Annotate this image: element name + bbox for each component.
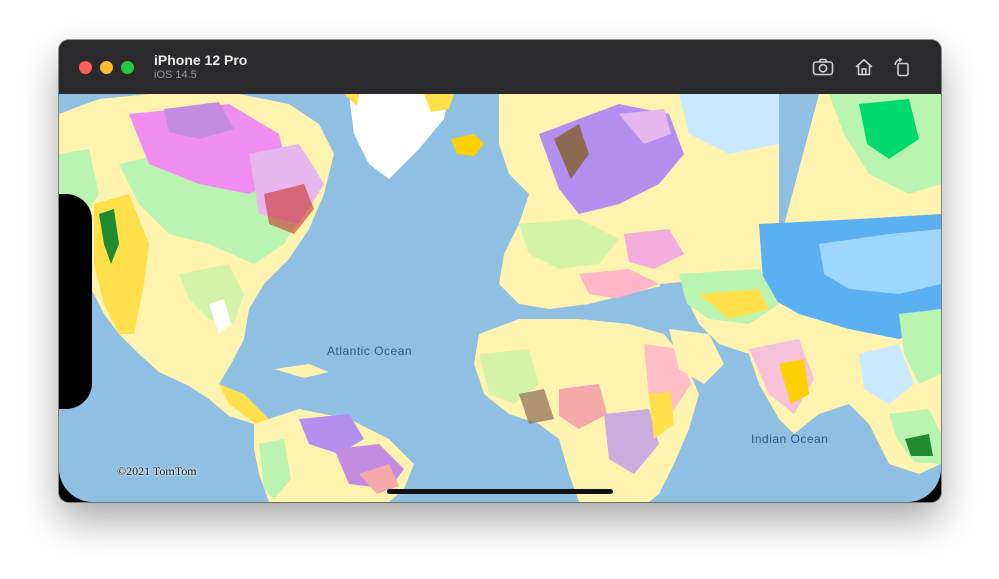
- rotate-icon: [894, 57, 909, 77]
- close-button[interactable]: [79, 61, 92, 74]
- rotate-button[interactable]: [890, 56, 914, 78]
- minimize-button[interactable]: [100, 61, 113, 74]
- zoom-button[interactable]: [121, 61, 134, 74]
- map-copyright: ©2021 TomTom: [117, 464, 197, 478]
- camera-icon: [812, 58, 834, 76]
- home-indicator[interactable]: [387, 489, 613, 494]
- home-icon: [855, 58, 873, 76]
- title-bar: iPhone 12 Pro iOS 14.5: [59, 40, 941, 94]
- device-frame: Atlantic Ocean Indian Ocean ©2021 TomTom: [59, 94, 941, 502]
- simulator-window: iPhone 12 Pro iOS 14.5 Atlantic Ocean In…: [59, 40, 941, 502]
- home-button[interactable]: [852, 56, 876, 78]
- screenshot-button[interactable]: [811, 56, 835, 78]
- map-view[interactable]: Atlantic Ocean Indian Ocean ©2021 TomTom: [59, 94, 941, 502]
- device-notch: [59, 194, 92, 409]
- os-version: iOS 14.5: [154, 69, 197, 81]
- device-name: iPhone 12 Pro: [154, 52, 248, 68]
- indian-ocean-label: Indian Ocean: [751, 432, 829, 446]
- window-title: iPhone 12 Pro iOS 14.5: [154, 52, 247, 82]
- atlantic-ocean-label: Atlantic Ocean: [327, 344, 413, 358]
